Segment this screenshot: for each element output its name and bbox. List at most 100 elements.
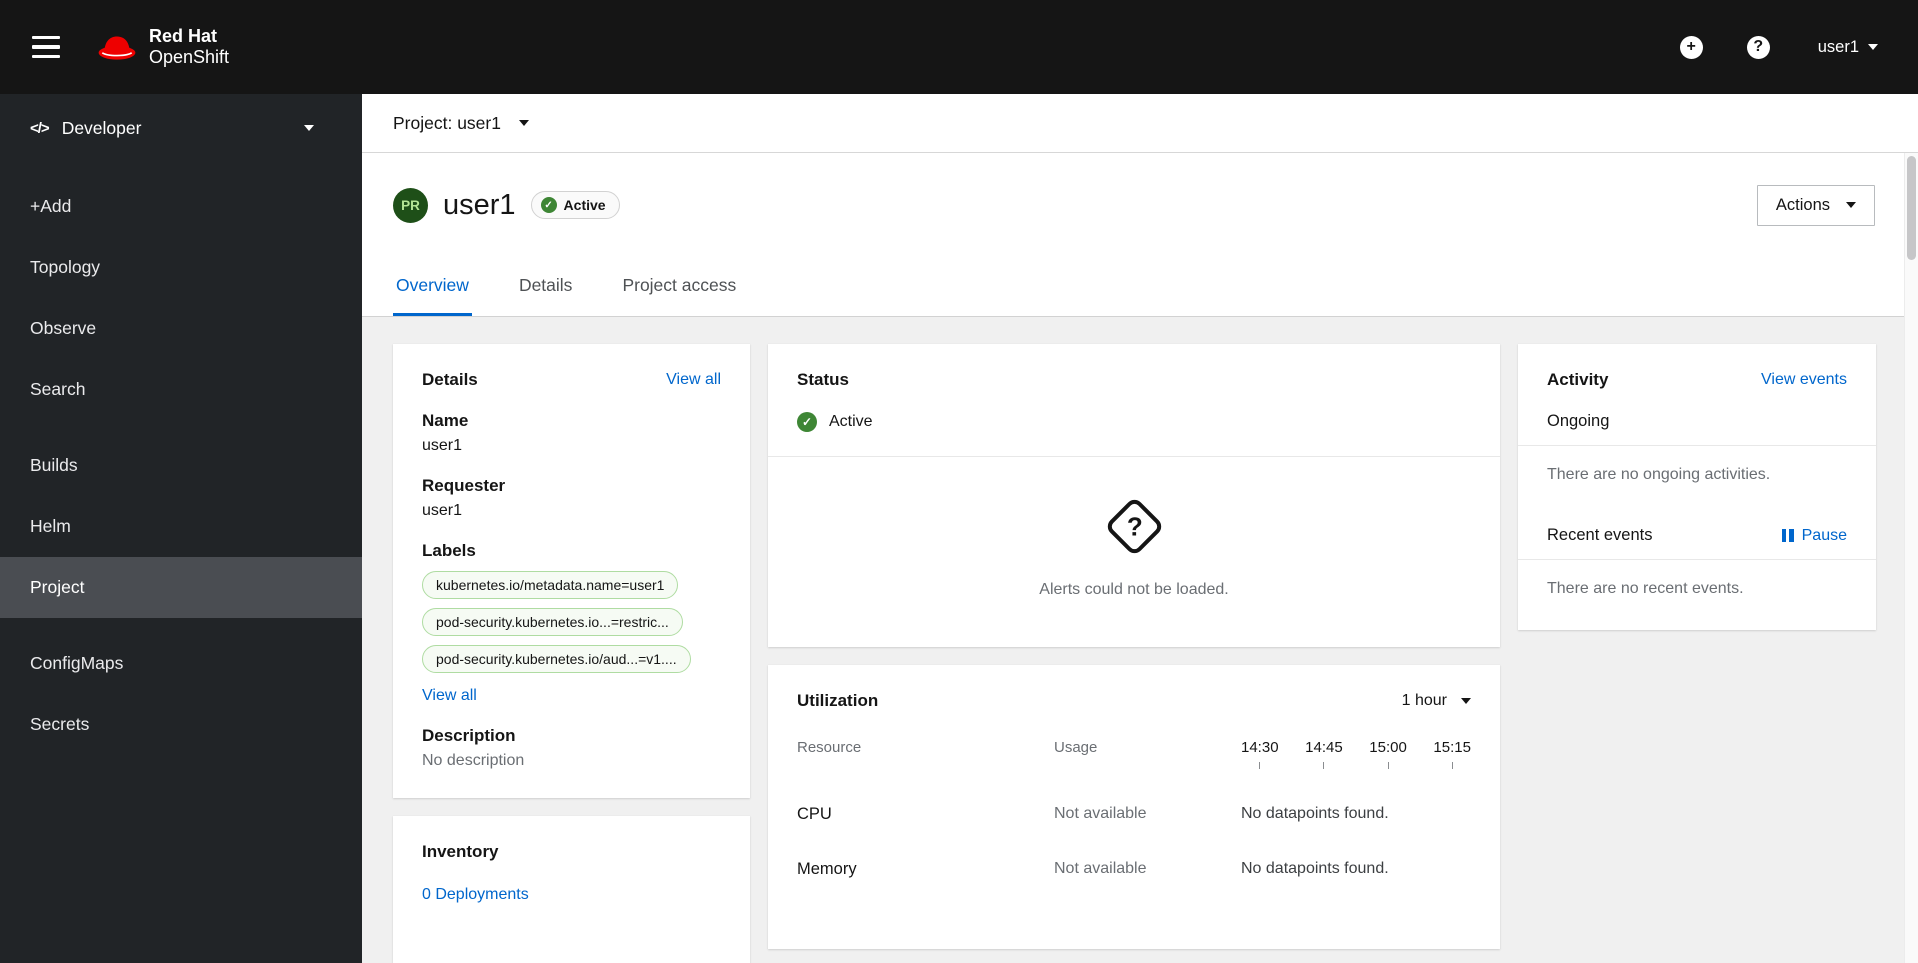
vertical-scrollbar[interactable] — [1904, 153, 1918, 963]
sidebar-item-configmaps[interactable]: ConfigMaps — [0, 633, 362, 694]
status-row: ✓ Active — [797, 412, 1471, 432]
nav-toggle-button[interactable] — [26, 30, 66, 65]
details-card: Details View all Name user1 Requester us… — [393, 344, 750, 798]
check-circle-icon: ✓ — [797, 412, 817, 432]
duration-dropdown[interactable]: 1 hour — [1402, 692, 1471, 710]
middle-column: Status ✓ Active ? Alerts could not be lo… — [768, 344, 1500, 949]
sidebar-item-topology[interactable]: Topology — [0, 237, 362, 298]
page-header: PR user1 ✓ Active Actions — [362, 153, 1918, 257]
inventory-title: Inventory — [422, 842, 499, 861]
question-circle-icon: ? — [1746, 35, 1770, 59]
details-title: Details — [422, 370, 478, 389]
pause-label: Pause — [1801, 526, 1847, 544]
activity-title: Activity — [1547, 370, 1609, 389]
sidebar-nav: </> Developer +Add Topology Observe Sear… — [0, 94, 362, 963]
scrollbar-thumb[interactable] — [1907, 156, 1916, 260]
caret-down-icon — [1868, 44, 1878, 50]
user-menu[interactable]: user1 — [1818, 38, 1878, 57]
recent-events-label: Recent events — [1547, 526, 1653, 544]
sidebar-item-secrets[interactable]: Secrets — [0, 694, 362, 755]
tab-project-access[interactable]: Project access — [619, 257, 739, 316]
sidebar-item-builds[interactable]: Builds — [0, 435, 362, 496]
actions-label: Actions — [1775, 195, 1830, 214]
requester-field: Requester user1 — [422, 476, 721, 520]
sidebar-item-helm[interactable]: Helm — [0, 496, 362, 557]
main-area: Project: user1 PR user1 ✓ Active Actions — [362, 94, 1918, 963]
unknown-icon-wrap: ? — [1101, 493, 1167, 559]
utilization-row-memory: Memory Not available No datapoints found… — [797, 860, 1471, 879]
usage-column-header: Usage — [1054, 739, 1098, 756]
brand-line-1: Red Hat — [149, 25, 218, 46]
time-tick: 14:30 — [1241, 739, 1279, 769]
caret-down-icon — [1846, 202, 1856, 208]
sidebar-item-observe[interactable]: Observe — [0, 298, 362, 359]
nav-list: +Add Topology Observe Search Builds Helm… — [0, 162, 362, 755]
ongoing-label: Ongoing — [1547, 412, 1610, 430]
inventory-card: Inventory 0 Deployments — [393, 816, 750, 963]
time-tick: 14:45 — [1305, 739, 1343, 769]
utilization-card: Utilization 1 hour Resource Usage 14:30 — [768, 665, 1500, 949]
tab-overview[interactable]: Overview — [393, 257, 472, 316]
pause-events-button[interactable]: Pause — [1781, 526, 1847, 545]
tick-mark — [1387, 762, 1389, 769]
resource-column-header: Resource — [797, 739, 862, 756]
page-title: user1 — [443, 188, 516, 221]
status-badge: ✓ Active — [530, 191, 620, 219]
recent-events-section-header: Recent events Pause — [1518, 526, 1876, 545]
resource-datapoints: No datapoints found. — [1241, 805, 1389, 822]
title-group: PR user1 ✓ Active — [393, 187, 620, 223]
project-selector[interactable]: Project: user1 — [393, 113, 529, 134]
activity-header: Activity View events — [1518, 370, 1876, 390]
masthead: Red Hat OpenShift + ? user1 — [0, 0, 1918, 94]
user-menu-label: user1 — [1817, 37, 1859, 56]
tick-mark — [1259, 762, 1261, 769]
tick-mark — [1323, 762, 1325, 769]
redhat-hat-icon — [98, 36, 136, 60]
labels-view-all-link[interactable]: View all — [422, 687, 477, 705]
activity-card: Activity View events Ongoing There are n… — [1518, 344, 1876, 630]
labels-field: Labels kubernetes.io/metadata.name=user1… — [422, 541, 721, 705]
duration-label: 1 hour — [1401, 692, 1447, 709]
right-column: Activity View events Ongoing There are n… — [1518, 344, 1876, 630]
masthead-toolbar: + ? user1 — [1679, 35, 1878, 59]
caret-down-icon — [1461, 698, 1471, 704]
help-icon-button[interactable]: ? — [1746, 35, 1770, 59]
brand-line-2: OpenShift — [149, 47, 230, 67]
label-pill[interactable]: pod-security.kubernetes.io...=restric... — [422, 608, 683, 636]
resource-name: Memory — [797, 860, 857, 878]
label-pill[interactable]: kubernetes.io/metadata.name=user1 — [422, 571, 679, 599]
description-value: No description — [422, 752, 525, 769]
ongoing-section-header: Ongoing — [1518, 412, 1876, 431]
add-icon-button[interactable]: + — [1679, 35, 1703, 59]
perspective-switcher[interactable]: </> Developer — [0, 94, 362, 162]
left-column: Details View all Name user1 Requester us… — [393, 344, 750, 963]
resource-name: CPU — [797, 805, 832, 823]
name-value: user1 — [422, 437, 463, 454]
status-title: Status — [797, 370, 849, 389]
status-card: Status ✓ Active ? Alerts could not be lo… — [768, 344, 1500, 647]
deployments-link[interactable]: 0 Deployments — [422, 886, 529, 904]
sidebar-item-project[interactable]: Project — [0, 557, 362, 618]
sidebar-item-add[interactable]: +Add — [0, 176, 362, 237]
requester-label: Requester — [422, 476, 506, 495]
project-context-bar: Project: user1 — [362, 94, 1918, 153]
openshift-console: Red Hat OpenShift + ? user1 </> Develope… — [0, 0, 1918, 963]
body-row: </> Developer +Add Topology Observe Sear… — [0, 94, 1918, 963]
check-circle-icon: ✓ — [540, 197, 557, 213]
utilization-title: Utilization — [797, 691, 879, 710]
actions-dropdown-button[interactable]: Actions — [1756, 184, 1875, 226]
time-tick: 15:15 — [1433, 739, 1471, 769]
details-view-all-link[interactable]: View all — [666, 371, 721, 389]
label-pill[interactable]: pod-security.kubernetes.io/aud...=v1.... — [422, 645, 691, 673]
tick-mark — [1451, 762, 1453, 769]
time-axis: 14:30 14:45 15:00 15:15 — [1241, 739, 1471, 769]
project-resource-badge: PR — [393, 187, 428, 223]
tab-details[interactable]: Details — [516, 257, 576, 316]
sidebar-item-search[interactable]: Search — [0, 359, 362, 420]
recent-events-empty-message: There are no recent events. — [1547, 580, 1744, 597]
time-tick: 15:00 — [1369, 739, 1407, 769]
unknown-state-icon: ? — [1103, 495, 1165, 557]
code-icon: </> — [30, 119, 50, 137]
view-events-link[interactable]: View events — [1761, 371, 1847, 389]
hamburger-icon — [32, 35, 60, 40]
